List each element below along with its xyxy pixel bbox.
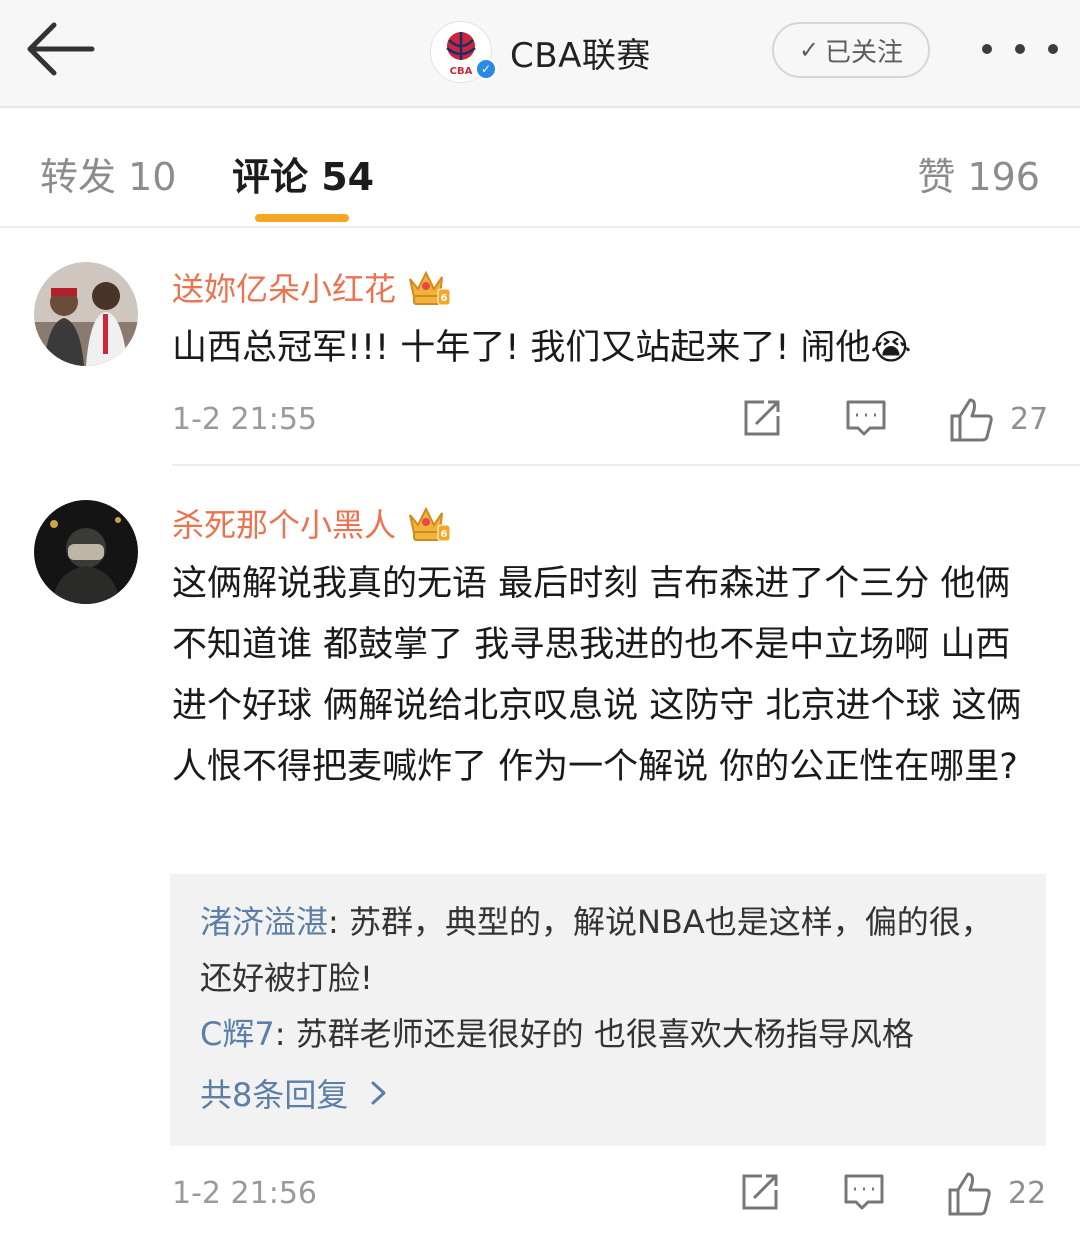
follow-label: 已关注 <box>825 37 904 68</box>
top-bar: CBA ✓ CBA联赛 ✓ 已关注 <box>0 0 1080 108</box>
reply-username[interactable]: C辉7 <box>200 1015 275 1053</box>
verified-badge-icon: ✓ <box>475 58 497 80</box>
username-text[interactable]: 杀死那个小黑人 <box>172 500 396 546</box>
comment-time: 1-2 21:56 <box>172 1176 317 1211</box>
active-tab-indicator <box>255 214 349 222</box>
username-text[interactable]: 送妳亿朵小红花 <box>172 264 396 310</box>
reply-username[interactable]: 渚济溢湛 <box>200 903 328 941</box>
tab-bar: 转发 10 评论 54 赞 196 <box>0 110 1080 228</box>
back-button[interactable] <box>20 18 100 80</box>
share-icon <box>742 1174 778 1210</box>
more-dot-icon <box>982 44 992 54</box>
reply-item[interactable]: C辉7: 苏群老师还是很好的 也很喜欢大杨指导风格 <box>200 1006 1020 1062</box>
share-button[interactable] <box>740 396 784 444</box>
more-button[interactable] <box>982 38 1058 60</box>
svg-text:6: 6 <box>441 293 448 304</box>
reply-button[interactable] <box>844 396 888 444</box>
more-replies-link[interactable]: 共8条回复 <box>200 1070 396 1116</box>
account-name[interactable]: CBA联赛 <box>510 28 651 77</box>
like-count: 27 <box>1010 402 1049 437</box>
tab-comments[interactable]: 评论 54 <box>232 146 374 201</box>
like-button[interactable] <box>948 396 996 448</box>
like-button[interactable] <box>946 1170 994 1222</box>
follow-button[interactable]: ✓ 已关注 <box>772 22 930 78</box>
avatar[interactable] <box>34 500 138 604</box>
tab-likes[interactable]: 赞 196 <box>917 146 1040 201</box>
divider <box>172 464 1080 466</box>
comment-username[interactable]: 送妳亿朵小红花 6 <box>172 264 452 310</box>
reply-item[interactable]: 渚济溢湛: 苏群，典型的，解说NBA也是这样，偏的很，还好被打脸! <box>200 894 1020 1006</box>
reply-button[interactable] <box>842 1170 886 1218</box>
more-dot-icon <box>1048 44 1058 54</box>
comment-text: 这俩解说我真的无语 最后时刻 吉布森进了个三分 他俩不知道谁 都鼓掌了 我寻思我… <box>172 564 1022 787</box>
thumbs-up-icon <box>948 1172 991 1216</box>
svg-text:6: 6 <box>441 529 448 540</box>
like-count: 22 <box>1008 1176 1047 1211</box>
account-header[interactable]: CBA ✓ CBA联赛 <box>430 20 651 84</box>
comment-text: 山西总冠军!!! 十年了! 我们又站起来了! 闹他😭 <box>172 328 912 368</box>
share-icon <box>744 400 780 436</box>
arrow-left-icon <box>27 22 95 76</box>
more-replies-label: 共8条回复 <box>200 1076 349 1114</box>
tab-repost[interactable]: 转发 10 <box>40 146 176 201</box>
more-dot-icon <box>1015 44 1025 54</box>
avatar[interactable] <box>34 262 138 366</box>
thumbs-up-icon <box>950 398 993 442</box>
chevron-right-icon <box>371 1081 386 1105</box>
crown-badge-icon: 6 <box>409 506 451 542</box>
reply-text: : 苏群老师还是很好的 也很喜欢大杨指导风格 <box>274 1015 914 1053</box>
comment-meta: 1-2 21:56 22 <box>172 1170 1052 1220</box>
share-button[interactable] <box>738 1170 782 1218</box>
comment-icon <box>846 400 886 436</box>
comment-time: 1-2 21:55 <box>172 402 317 437</box>
comment-meta: 1-2 21:55 27 <box>172 396 1052 446</box>
user-avatar-image <box>34 500 138 604</box>
replies-preview[interactable]: 渚济溢湛: 苏群，典型的，解说NBA也是这样，偏的很，还好被打脸! C辉7: 苏… <box>170 874 1046 1146</box>
account-avatar[interactable]: CBA ✓ <box>430 21 497 83</box>
comment-username[interactable]: 杀死那个小黑人 6 <box>172 500 452 546</box>
crown-badge-icon: 6 <box>409 270 451 306</box>
svg-text:CBA: CBA <box>450 66 473 77</box>
user-avatar-image <box>34 262 138 366</box>
check-icon: ✓ <box>798 36 820 64</box>
comment-icon <box>844 1174 884 1210</box>
